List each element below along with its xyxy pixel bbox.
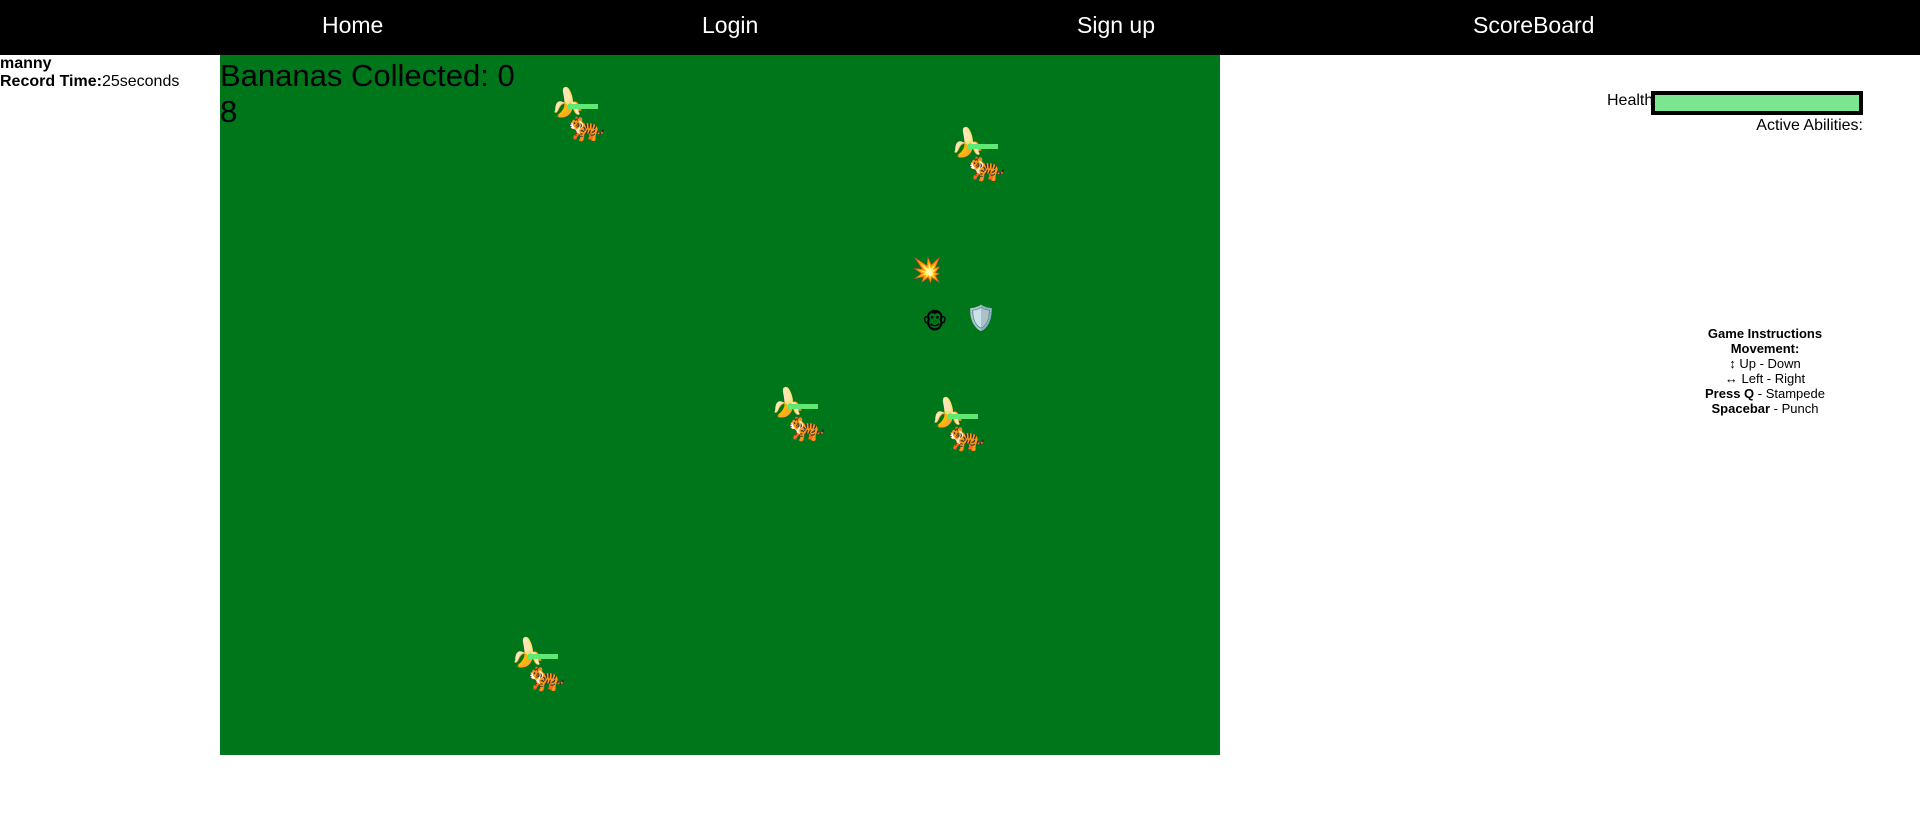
movement-title: Movement: [1730, 341, 1800, 356]
enemy-health-bar [788, 404, 818, 409]
player-health-fill [1655, 95, 1859, 111]
monkey-icon: 🐵 [922, 309, 948, 334]
tiger-enemy: 🍌 🐅 [950, 128, 1005, 198]
explosion-icon: 💥 [912, 257, 942, 284]
tiger-enemy: 🍌 🐅 [550, 88, 605, 158]
enemy-health-bar [948, 414, 978, 419]
tiger-icon: 🐅 [788, 410, 826, 443]
punch-instruction: Spacebar - Punch [1665, 401, 1865, 416]
enemy-health-bar [568, 104, 598, 109]
stampede-action: - Stampede [1754, 386, 1825, 401]
active-abilities-label: Active Abilities: [1756, 117, 1863, 134]
user-info: manny Record Time:25seconds [0, 55, 179, 91]
stampede-instruction: Press Q - Stampede [1665, 386, 1865, 401]
record-time-value: 25seconds [101, 73, 180, 90]
instructions-title: Game Instructions [1707, 326, 1823, 341]
left-right-instruction: ↔ Left - Right [1724, 371, 1806, 386]
stampede-key: Press Q [1705, 386, 1755, 401]
tiger-icon: 🐅 [568, 110, 606, 143]
game-instructions: Game Instructions Movement: ↕ Up - Down … [1665, 326, 1865, 416]
punch-key: Spacebar [1711, 401, 1771, 416]
tiger-enemy: 🍌 🐅 [510, 638, 565, 708]
nav-scoreboard-link[interactable]: ScoreBoard [1473, 0, 1594, 55]
nav-home-link[interactable]: Home [322, 0, 383, 55]
record-time-label: Record Time: [0, 73, 102, 90]
top-nav: Home Login Sign up ScoreBoard [0, 0, 1920, 55]
tiger-icon: 🐅 [968, 150, 1006, 183]
shield-icon: 🛡️ [966, 305, 996, 332]
health-label: Health [1607, 92, 1654, 109]
username: manny [0, 55, 52, 72]
player-health-bar [1651, 91, 1863, 115]
tiger-enemy: 🍌 🐅 [930, 398, 985, 468]
enemy-health-bar [528, 654, 558, 659]
tiger-icon: 🐅 [948, 420, 986, 453]
nav-login-link[interactable]: Login [702, 0, 758, 55]
enemy-health-bar [968, 144, 998, 149]
game-timer: 8 [220, 94, 238, 129]
bananas-collected: Bananas Collected: 0 [220, 58, 515, 93]
up-down-instruction: ↕ Up - Down [1729, 356, 1801, 371]
game-canvas[interactable]: Bananas Collected: 0 8 🍌 🐅 🍌 🐅 🍌 🐅 🍌 🐅 🍌… [220, 55, 1220, 755]
nav-signup-link[interactable]: Sign up [1077, 0, 1155, 55]
tiger-icon: 🐅 [528, 660, 566, 693]
punch-action: - Punch [1770, 401, 1819, 416]
tiger-enemy: 🍌 🐅 [770, 388, 825, 458]
